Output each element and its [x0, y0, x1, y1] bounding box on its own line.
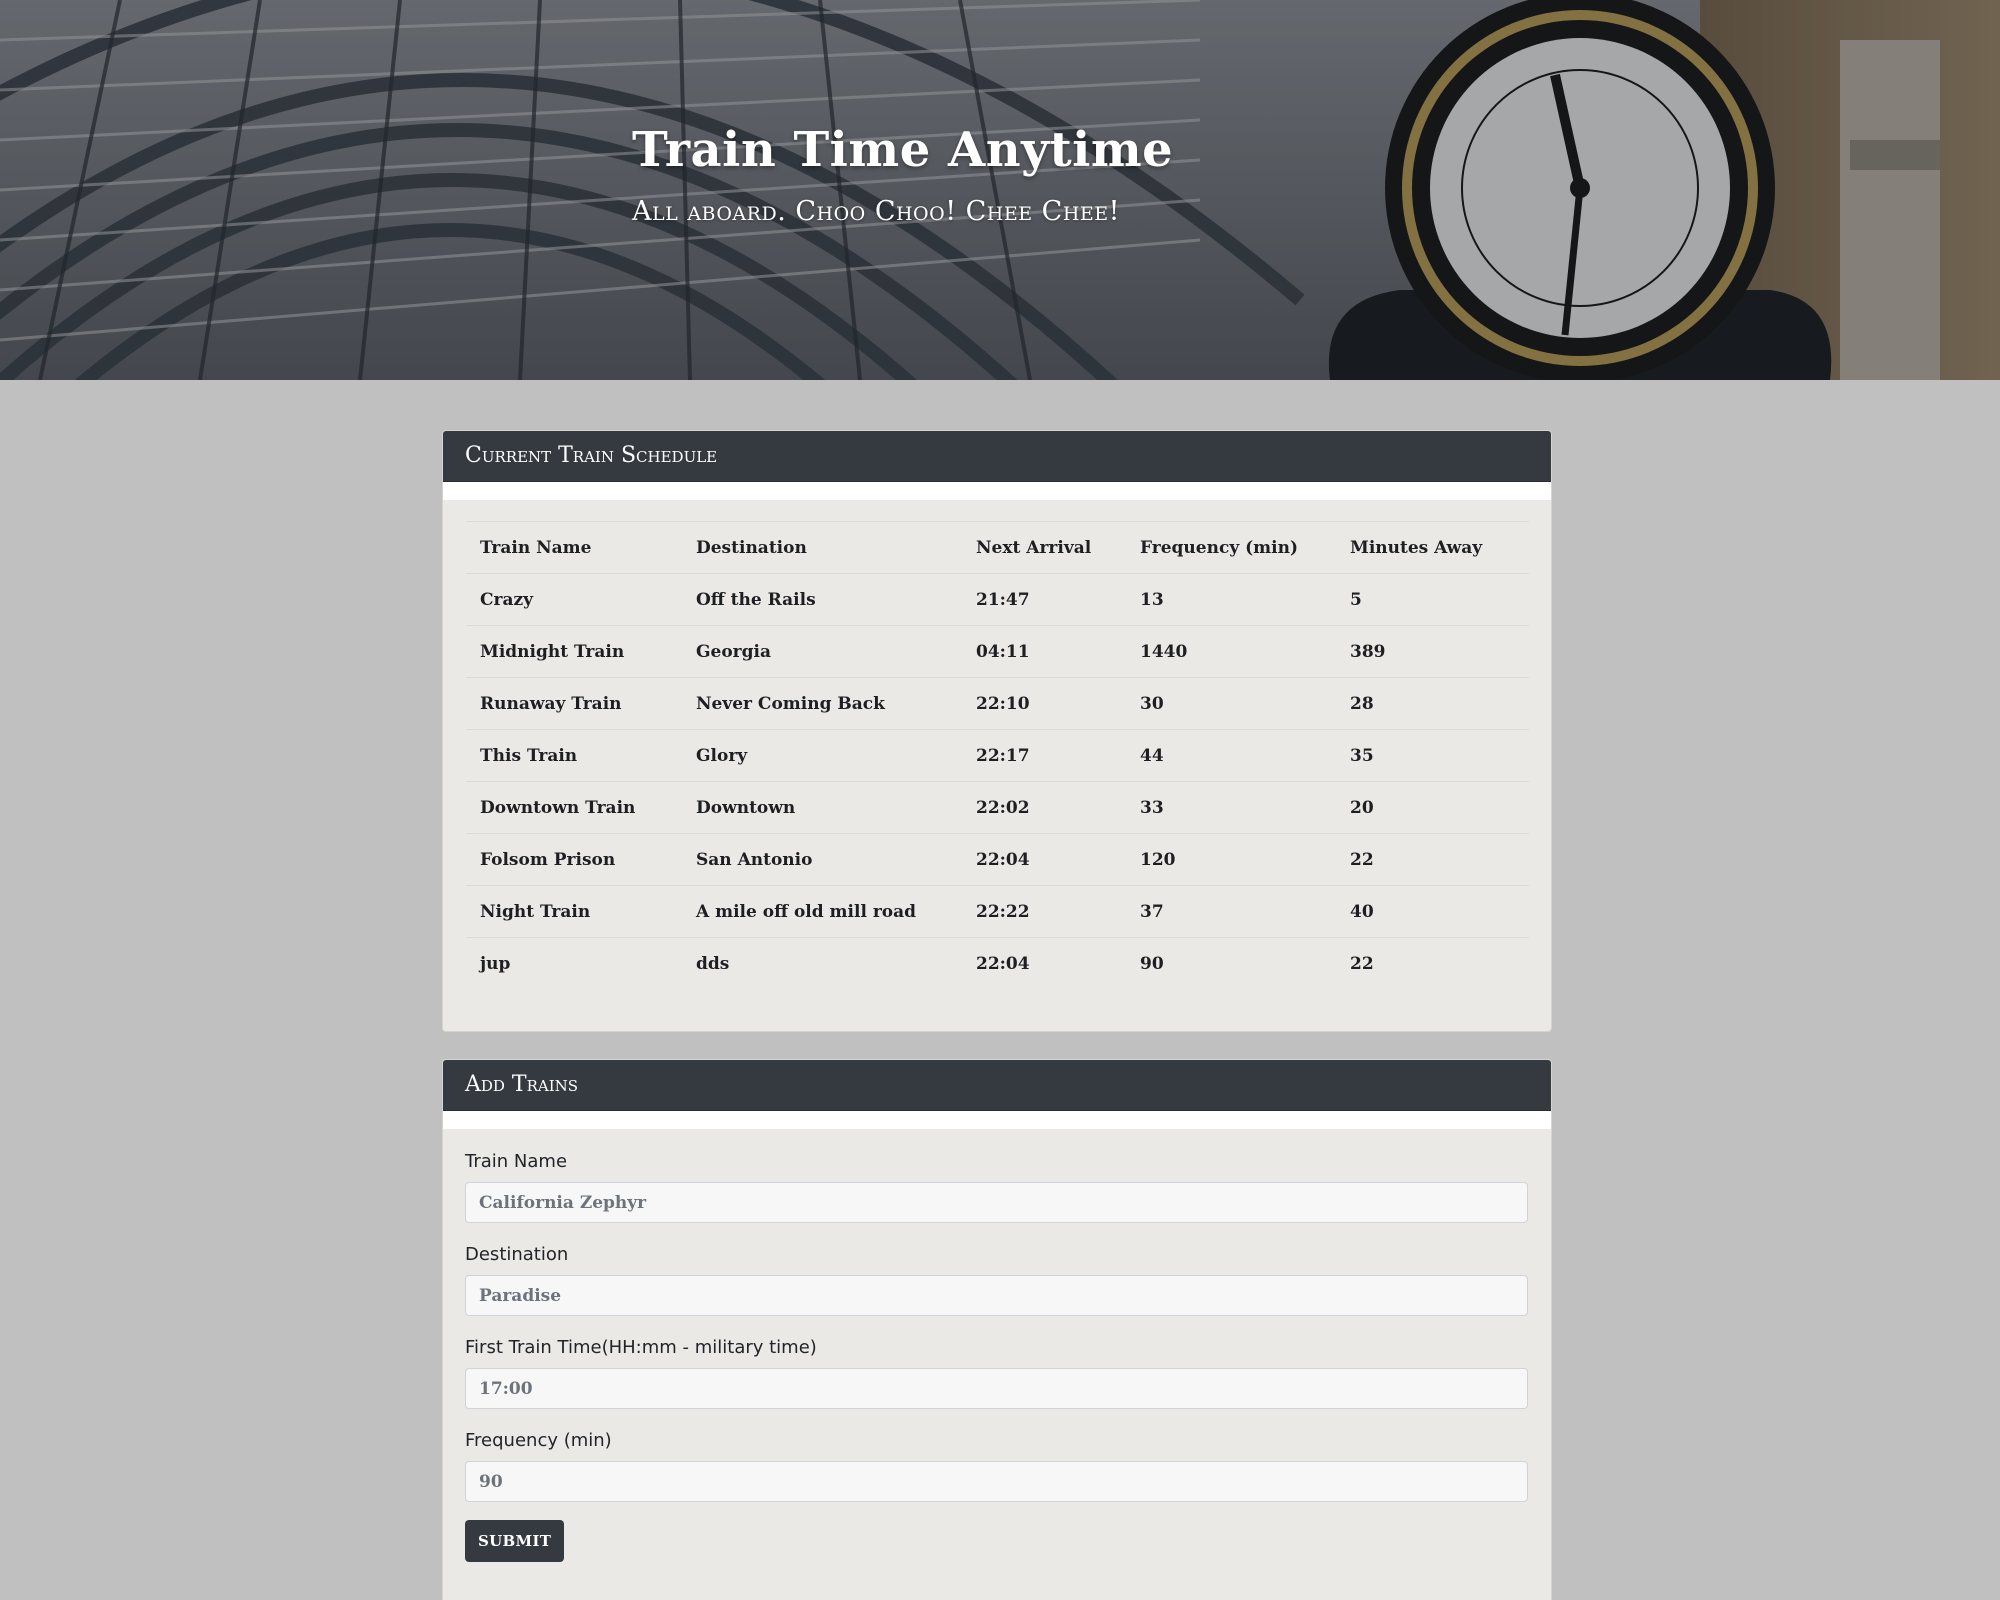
cell-frequency: 90: [1126, 937, 1336, 989]
cell-frequency: 44: [1126, 729, 1336, 782]
cell-destination: Off the Rails: [682, 573, 962, 626]
cell-train-name: This Train: [466, 729, 682, 782]
table-row: Crazy Off the Rails 21:47 13 5: [466, 573, 1529, 626]
column-header-next-arrival: Next Arrival: [962, 521, 1126, 574]
cell-train-name: Night Train: [466, 885, 682, 938]
table-header-row: Train Name Destination Next Arrival Freq…: [466, 521, 1529, 574]
page-title: Train Time Anytime: [632, 122, 1174, 178]
table-row: Night Train A mile off old mill road 22:…: [466, 885, 1529, 938]
cell-train-name: Runaway Train: [466, 677, 682, 730]
destination-label: Destination: [465, 1244, 569, 1265]
cell-frequency: 120: [1126, 833, 1336, 886]
cell-train-name: Midnight Train: [466, 625, 682, 678]
cell-minutes-away: 40: [1336, 885, 1529, 938]
add-trains-card-header: Add Trains: [443, 1060, 1551, 1111]
cell-next-arrival: 04:11: [962, 625, 1126, 678]
table-row: Runaway Train Never Coming Back 22:10 30…: [466, 677, 1529, 730]
cell-minutes-away: 22: [1336, 833, 1529, 886]
cell-next-arrival: 22:17: [962, 729, 1126, 782]
cell-destination: Never Coming Back: [682, 677, 962, 730]
table-row: jup dds 22:04 90 22: [466, 937, 1529, 989]
cell-destination: Downtown: [682, 781, 962, 834]
cell-minutes-away: 389: [1336, 625, 1529, 678]
first-train-time-input[interactable]: [465, 1368, 1528, 1409]
cell-train-name: Folsom Prison: [466, 833, 682, 886]
table-row: Folsom Prison San Antonio 22:04 120 22: [466, 833, 1529, 886]
destination-input[interactable]: [465, 1275, 1528, 1316]
table-row: Midnight Train Georgia 04:11 1440 389: [466, 625, 1529, 678]
submit-button[interactable]: SUBMIT: [465, 1520, 565, 1562]
cell-minutes-away: 5: [1336, 573, 1529, 626]
table-row: This Train Glory 22:17 44 35: [466, 729, 1529, 782]
cell-next-arrival: 22:02: [962, 781, 1126, 834]
column-header-minutes-away: Minutes Away: [1336, 521, 1529, 574]
cell-minutes-away: 35: [1336, 729, 1529, 782]
page-subtitle: All aboard. Choo Choo! Chee Chee!: [632, 196, 1120, 227]
column-header-destination: Destination: [682, 521, 962, 574]
cell-destination: Glory: [682, 729, 962, 782]
train-schedule-table: Train Name Destination Next Arrival Freq…: [466, 521, 1529, 989]
cell-minutes-away: 22: [1336, 937, 1529, 989]
cell-destination: Georgia: [682, 625, 962, 678]
cell-frequency: 37: [1126, 885, 1336, 938]
hero-banner: Train Time Anytime All aboard. Choo Choo…: [0, 0, 2000, 380]
cell-minutes-away: 28: [1336, 677, 1529, 730]
schedule-card-header: Current Train Schedule: [443, 431, 1551, 482]
cell-next-arrival: 21:47: [962, 573, 1126, 626]
cell-next-arrival: 22:22: [962, 885, 1126, 938]
cell-destination: dds: [682, 937, 962, 989]
cell-frequency: 1440: [1126, 625, 1336, 678]
cell-next-arrival: 22:04: [962, 833, 1126, 886]
cell-train-name: Downtown Train: [466, 781, 682, 834]
cell-minutes-away: 20: [1336, 781, 1529, 834]
cell-frequency: 33: [1126, 781, 1336, 834]
table-row: Downtown Train Downtown 22:02 33 20: [466, 781, 1529, 834]
cell-destination: A mile off old mill road: [682, 885, 962, 938]
column-header-frequency: Frequency (min): [1126, 521, 1336, 574]
train-schedule-card: Current Train Schedule Train Name Destin…: [442, 430, 1552, 1032]
first-train-time-label: First Train Time(HH:mm - military time): [465, 1337, 817, 1358]
cell-next-arrival: 22:10: [962, 677, 1126, 730]
column-header-train-name: Train Name: [466, 521, 682, 574]
cell-train-name: jup: [466, 937, 682, 989]
add-train-form: Train Name Destination First Train Time(…: [443, 1129, 1551, 1562]
cell-frequency: 30: [1126, 677, 1336, 730]
cell-next-arrival: 22:04: [962, 937, 1126, 989]
add-trains-card: Add Trains Train Name Destination First …: [442, 1059, 1552, 1600]
frequency-label: Frequency (min): [465, 1430, 612, 1451]
cell-destination: San Antonio: [682, 833, 962, 886]
frequency-input[interactable]: [465, 1461, 1528, 1502]
train-name-label: Train Name: [465, 1151, 568, 1172]
cell-train-name: Crazy: [466, 573, 682, 626]
train-name-input[interactable]: [465, 1182, 1528, 1223]
cell-frequency: 13: [1126, 573, 1336, 626]
